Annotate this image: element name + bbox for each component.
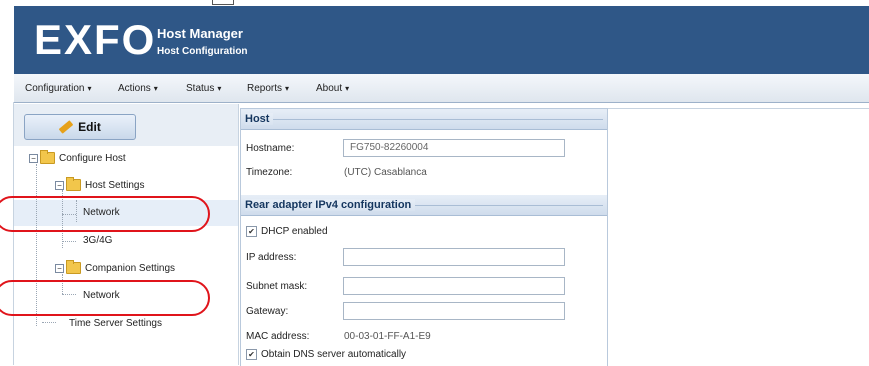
tree-item-configure-host[interactable]: − Configure Host [29, 150, 126, 164]
pencil-icon [58, 120, 74, 134]
dhcp-enabled-checkbox[interactable]: ✔ DHCP enabled [246, 226, 328, 237]
menu-configuration[interactable]: Configuration ▾ [25, 83, 92, 94]
collapse-icon[interactable]: − [29, 153, 38, 163]
tree-item-companion-settings[interactable]: − Companion Settings [55, 260, 176, 274]
edit-button-label: Edit [78, 120, 101, 134]
collapse-icon[interactable]: − [55, 263, 64, 273]
checkbox-label: Obtain DNS server automatically [261, 349, 407, 360]
folder-icon [66, 177, 81, 191]
chevron-down-icon: ▾ [285, 84, 290, 93]
tree-item-label: Configure Host [59, 152, 126, 164]
section-title: Host [245, 113, 274, 125]
menu-actions[interactable]: Actions ▾ [118, 83, 158, 94]
menu-status-label: Status [186, 83, 215, 94]
host-section-header: Host [241, 109, 607, 130]
folder-icon [66, 260, 81, 274]
chevron-down-icon: ▾ [217, 84, 222, 93]
menu-status[interactable]: Status ▾ [186, 83, 221, 94]
ip-address-label: IP address: [246, 252, 297, 263]
hostname-label: Hostname: [246, 143, 295, 154]
timezone-value: (UTC) Casablanca [344, 167, 427, 178]
chevron-down-icon: ▾ [153, 84, 158, 93]
app-title: Host Manager [157, 26, 243, 41]
tree-item-3g4g[interactable]: 3G/4G [83, 235, 112, 246]
app-header: EXFO Host Manager Host Configuration [14, 6, 869, 74]
content-divider [607, 108, 869, 109]
tree-item-host-settings[interactable]: − Host Settings [55, 177, 145, 191]
menu-bar: Configuration ▾ Actions ▾ Status ▾ Reports ▾… [14, 74, 869, 103]
tree-line [62, 241, 76, 242]
annotation-ellipse [0, 196, 210, 232]
menu-configuration-label: Configuration [25, 83, 85, 94]
chevron-down-icon: ▾ [87, 84, 92, 93]
menu-about[interactable]: About ▾ [316, 83, 349, 94]
obtain-dns-checkbox[interactable]: ✔ Obtain DNS server automatically [246, 349, 406, 360]
collapse-icon[interactable]: − [55, 180, 64, 190]
hostname-input[interactable]: FG750-82260004 [343, 139, 565, 157]
subnet-mask-label: Subnet mask: [246, 281, 308, 292]
menu-actions-label: Actions [118, 83, 151, 94]
gateway-label: Gateway: [246, 306, 289, 317]
menu-about-label: About [316, 83, 343, 94]
tree-line [42, 322, 56, 323]
annotation-ellipse [0, 280, 210, 316]
section-title: Rear adapter IPv4 configuration [245, 199, 416, 211]
menu-reports[interactable]: Reports ▾ [247, 83, 289, 94]
tree-item-time-server-settings[interactable]: Time Server Settings [69, 318, 162, 329]
checkbox-checked-icon[interactable]: ✔ [246, 226, 257, 237]
checkbox-label: DHCP enabled [261, 226, 328, 237]
timezone-label: Timezone: [246, 167, 293, 178]
menu-reports-label: Reports [247, 83, 283, 94]
tree-item-label: Time Server Settings [69, 318, 162, 329]
tree-item-label: Companion Settings [85, 262, 176, 274]
config-form-panel: Host Hostname: FG750-82260004 Timezone: … [240, 108, 608, 366]
gateway-input[interactable] [343, 302, 565, 320]
exfo-logo: EXFO [34, 16, 157, 63]
mac-address-label: MAC address: [246, 331, 310, 342]
mac-address-value: 00-03-01-FF-A1-E9 [344, 331, 431, 342]
rear-adapter-section-header: Rear adapter IPv4 configuration [241, 195, 607, 216]
chevron-down-icon: ▾ [345, 84, 350, 93]
edit-toolbar: Edit [14, 104, 238, 146]
tree-item-label: Host Settings [85, 179, 145, 191]
ip-address-input[interactable] [343, 248, 565, 266]
edit-button[interactable]: Edit [24, 114, 136, 140]
app-subtitle: Host Configuration [157, 46, 248, 57]
folder-icon [40, 150, 55, 164]
config-tree-panel: Edit − Configure Host − Host Settings Ne… [14, 104, 239, 365]
subnet-mask-input[interactable] [343, 277, 565, 295]
window-tab-handle[interactable] [212, 0, 234, 5]
tree-item-label: 3G/4G [83, 235, 113, 246]
checkbox-checked-icon[interactable]: ✔ [246, 349, 257, 360]
